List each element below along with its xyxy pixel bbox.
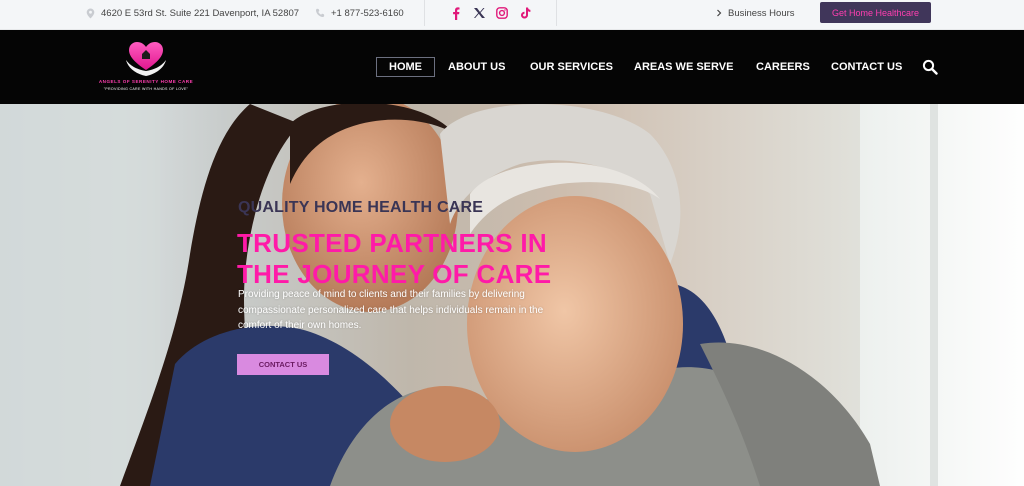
get-home-healthcare-button[interactable]: Get Home Healthcare	[820, 2, 931, 23]
address-text: 4620 E 53rd St. Suite 221 Davenport, IA …	[101, 7, 300, 19]
top-info-bar: 4620 E 53rd St. Suite 221 Davenport, IA …	[0, 0, 1024, 30]
phone-icon	[315, 8, 325, 18]
phone[interactable]: +1 877-523-6160	[315, 0, 404, 26]
nav-about-us[interactable]: ABOUT US	[448, 57, 505, 77]
brand-name: ANGELS OF SERENITY HOME CARE	[98, 79, 194, 84]
hero-contact-us-button[interactable]: CONTACT US	[237, 354, 329, 375]
heart-hands-logo	[126, 42, 166, 76]
nav-careers[interactable]: CAREERS	[756, 57, 810, 77]
hero-title: TRUSTED PARTNERS IN THE JOURNEY OF CARE	[237, 228, 552, 289]
nav-contact-us[interactable]: CONTACT US	[831, 57, 902, 77]
hero-description: Providing peace of mind to clients and t…	[238, 289, 544, 331]
nav-our-services[interactable]: OUR SERVICES	[530, 57, 613, 77]
brand-logo[interactable]: ANGELS OF SERENITY HOME CARE "PROVIDING …	[86, 38, 214, 96]
tiktok-icon[interactable]	[519, 7, 532, 20]
instagram-icon[interactable]	[496, 7, 509, 20]
nav-areas-we-serve[interactable]: AREAS WE SERVE	[634, 57, 733, 77]
search-icon[interactable]	[922, 59, 938, 75]
nav-home[interactable]: HOME	[376, 57, 435, 77]
hero-section: QUALITY HOME HEALTH CARE TRUSTED PARTNER…	[0, 104, 1024, 486]
location-pin-icon	[86, 8, 95, 19]
business-hours-link[interactable]: Business Hours	[716, 0, 795, 26]
facebook-icon[interactable]	[450, 6, 463, 20]
social-links	[424, 0, 557, 26]
phone-text: +1 877-523-6160	[331, 7, 404, 19]
x-icon[interactable]	[473, 7, 486, 20]
brand-tagline: "PROVIDING CARE WITH HANDS OF LOVE"	[103, 87, 189, 91]
main-navigation: ANGELS OF SERENITY HOME CARE "PROVIDING …	[0, 30, 1024, 104]
hero-eyebrow: QUALITY HOME HEALTH CARE	[238, 199, 484, 216]
business-hours-label: Business Hours	[728, 7, 795, 19]
address: 4620 E 53rd St. Suite 221 Davenport, IA …	[86, 0, 299, 26]
chevron-right-icon	[716, 9, 722, 17]
